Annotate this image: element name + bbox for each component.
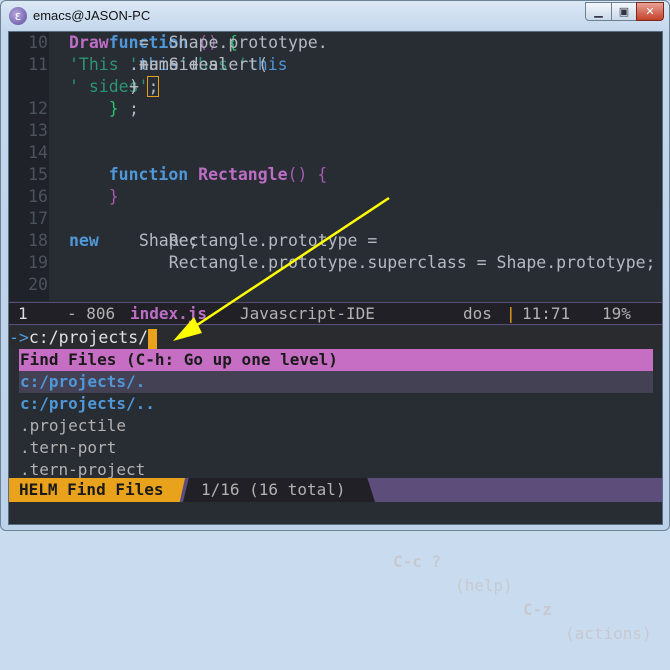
actions-label: (actions) [565,624,652,643]
arrow-line [190,196,390,331]
arrow-head [173,317,202,341]
help-key[interactable]: C-c ? [393,550,441,574]
emacs-window: ε emacs@JASON-PC ▁ ▣ ✕ 10 Shape.prototyp… [0,0,670,643]
help-label: (help) [455,576,513,595]
actions-key[interactable]: C-z [523,598,552,622]
annotation-arrow [173,196,390,341]
